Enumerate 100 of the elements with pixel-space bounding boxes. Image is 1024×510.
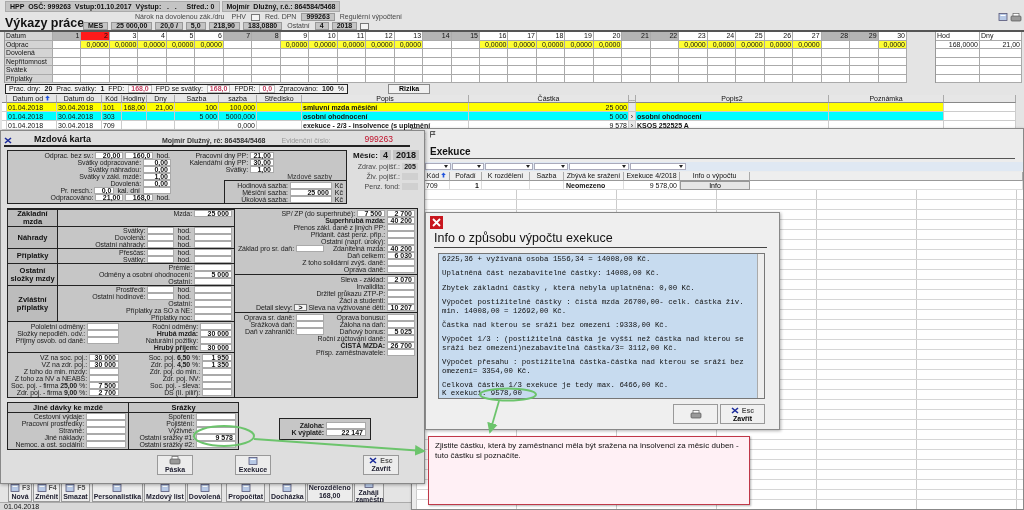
value-field[interactable] bbox=[387, 259, 415, 266]
grid-cell bbox=[337, 74, 367, 83]
document-icon bbox=[240, 483, 251, 492]
value-field[interactable] bbox=[202, 368, 232, 375]
grid-cell bbox=[366, 57, 395, 66]
hours-cell bbox=[223, 40, 253, 49]
value-field[interactable] bbox=[147, 256, 175, 263]
grid-cell bbox=[850, 66, 879, 75]
filter-dropdown[interactable] bbox=[534, 163, 568, 170]
grid-cell bbox=[878, 74, 907, 83]
grid-cell bbox=[850, 49, 879, 58]
value-field[interactable] bbox=[387, 231, 415, 238]
value-field[interactable] bbox=[194, 227, 232, 234]
value-field[interactable] bbox=[194, 234, 232, 241]
grid-cell bbox=[480, 66, 509, 75]
value-field[interactable] bbox=[147, 286, 175, 293]
value-field[interactable] bbox=[147, 249, 175, 256]
value-field[interactable] bbox=[387, 335, 415, 342]
value-field[interactable] bbox=[87, 337, 119, 344]
grid-cell bbox=[536, 57, 566, 66]
value-field[interactable] bbox=[196, 441, 236, 448]
value-field[interactable] bbox=[387, 266, 415, 273]
value-field[interactable] bbox=[202, 375, 232, 382]
filter-dropdown[interactable] bbox=[425, 163, 451, 170]
value-field[interactable] bbox=[387, 290, 415, 297]
grid-cell bbox=[622, 57, 651, 66]
value-field[interactable] bbox=[387, 321, 415, 328]
caret-icon bbox=[679, 165, 683, 168]
value-field[interactable] bbox=[196, 413, 236, 420]
value-field[interactable] bbox=[147, 241, 175, 248]
value-field[interactable] bbox=[296, 245, 324, 252]
value-field[interactable] bbox=[202, 389, 232, 396]
value-field[interactable] bbox=[387, 283, 415, 290]
grid-cell bbox=[821, 57, 851, 66]
value-field[interactable] bbox=[86, 427, 126, 434]
grid-cell bbox=[679, 57, 708, 66]
small-button[interactable] bbox=[250, 13, 260, 21]
month-field[interactable]: 4 bbox=[379, 150, 391, 160]
grid-cell bbox=[53, 66, 82, 75]
value-field[interactable] bbox=[202, 382, 232, 389]
grid-cell bbox=[936, 57, 980, 66]
grid-cell bbox=[309, 74, 338, 83]
value-field[interactable] bbox=[296, 328, 324, 335]
year-field[interactable]: 2018 bbox=[392, 150, 419, 160]
value-field[interactable] bbox=[89, 368, 119, 375]
value-field[interactable] bbox=[147, 234, 175, 241]
value-field[interactable] bbox=[194, 264, 232, 271]
value-field[interactable] bbox=[143, 187, 171, 194]
value-field[interactable] bbox=[194, 286, 232, 293]
value-field[interactable] bbox=[200, 337, 232, 344]
value-field[interactable] bbox=[86, 434, 126, 441]
value-field[interactable] bbox=[387, 314, 415, 321]
close-icon bbox=[730, 406, 739, 414]
value-field[interactable] bbox=[194, 241, 232, 248]
header-cell bbox=[944, 95, 1016, 103]
value-field[interactable] bbox=[196, 420, 236, 427]
value-field[interactable] bbox=[194, 300, 232, 307]
grid-cell bbox=[337, 57, 367, 66]
value-field[interactable] bbox=[86, 441, 126, 448]
grid-cell bbox=[736, 66, 765, 75]
value-field[interactable] bbox=[87, 330, 119, 337]
value-field[interactable] bbox=[86, 413, 126, 420]
value-field[interactable] bbox=[194, 293, 232, 300]
grid-cell bbox=[793, 74, 822, 83]
document-icon bbox=[282, 483, 293, 492]
value-field[interactable] bbox=[147, 227, 175, 234]
grid-cell bbox=[366, 66, 395, 75]
caret-icon bbox=[444, 165, 448, 168]
printer-icon bbox=[689, 409, 702, 419]
caret-icon bbox=[622, 165, 626, 168]
value-field[interactable] bbox=[200, 323, 232, 330]
value-field[interactable] bbox=[326, 422, 366, 429]
value-field[interactable] bbox=[147, 293, 175, 300]
value-field[interactable] bbox=[387, 238, 415, 245]
grid-cell bbox=[565, 66, 594, 75]
highlight-ellipse bbox=[193, 425, 255, 447]
value-field[interactable] bbox=[296, 314, 324, 321]
grid-cell bbox=[565, 74, 594, 83]
value-field[interactable] bbox=[194, 307, 232, 314]
value-field[interactable] bbox=[86, 420, 126, 427]
filter-dropdown[interactable] bbox=[452, 163, 484, 170]
value-field[interactable] bbox=[194, 278, 232, 285]
value-field[interactable] bbox=[387, 297, 415, 304]
value-field[interactable] bbox=[387, 224, 415, 231]
print-button[interactable] bbox=[673, 404, 718, 424]
scrollbar[interactable] bbox=[757, 254, 764, 398]
sort-arrow-icon bbox=[441, 172, 447, 178]
grid-cell bbox=[166, 74, 196, 83]
value-field[interactable] bbox=[296, 321, 324, 328]
value-field[interactable] bbox=[289, 182, 332, 189]
grid-cell bbox=[821, 49, 851, 58]
small-button[interactable] bbox=[360, 22, 370, 30]
value-field[interactable] bbox=[289, 196, 332, 203]
value-field[interactable] bbox=[87, 323, 119, 330]
value-field[interactable] bbox=[387, 349, 415, 356]
value-field[interactable] bbox=[194, 314, 232, 321]
value-field[interactable] bbox=[89, 375, 119, 382]
grid-cell bbox=[622, 74, 651, 83]
value-field[interactable] bbox=[194, 249, 232, 256]
value-field[interactable] bbox=[194, 256, 232, 263]
